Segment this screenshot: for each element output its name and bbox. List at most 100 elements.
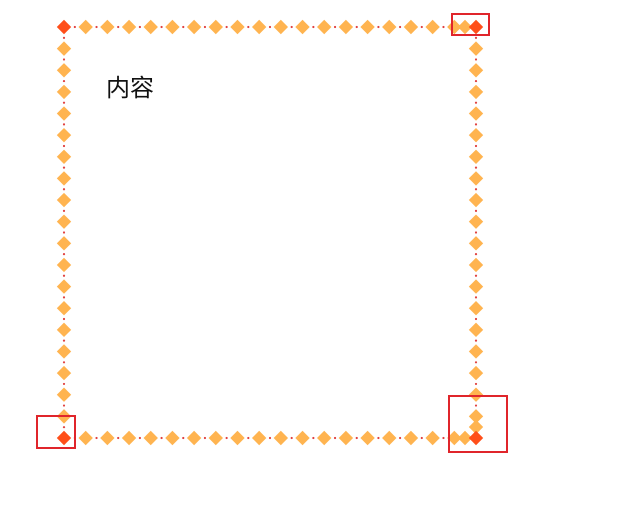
border-dot (95, 436, 98, 440)
border-diamond (360, 19, 375, 35)
border-dot (474, 317, 478, 321)
corner-diamond-bottom-right (468, 430, 484, 446)
border-diamond (468, 322, 484, 338)
diamond-border-frame (36, 13, 508, 453)
border-diamond (273, 430, 289, 446)
border-diamond (100, 430, 115, 446)
border-dot (290, 436, 293, 440)
border-dot (62, 317, 66, 321)
border-dot (160, 25, 163, 29)
border-dot (474, 231, 478, 234)
border-dot (62, 166, 66, 169)
border-diamond (121, 430, 137, 446)
border-dot (138, 25, 141, 29)
border-dot (355, 436, 358, 440)
border-diamond (468, 171, 484, 186)
border-dot (474, 361, 478, 364)
border-dot (474, 144, 478, 148)
border-diamond (468, 214, 484, 229)
border-diamond (143, 19, 158, 35)
border-dot (474, 274, 478, 277)
border-dot (420, 25, 423, 29)
border-dot (62, 361, 66, 364)
border-diamond (382, 19, 397, 35)
border-diamond (165, 430, 180, 446)
border-diamond (295, 19, 310, 35)
content-text: 内容 (106, 74, 154, 102)
border-diamond (56, 41, 72, 56)
border-dot (62, 253, 66, 256)
border-diamond (295, 430, 310, 446)
border-diamond (468, 63, 484, 78)
border-dot (268, 436, 272, 440)
border-dot (474, 58, 478, 61)
border-diamond (143, 430, 158, 446)
border-diamond (56, 171, 72, 186)
border-diamond (317, 430, 332, 446)
border-diamond (338, 430, 354, 446)
border-dot (62, 79, 66, 83)
border-diamond (230, 430, 245, 446)
border-dot (117, 436, 120, 440)
highlight-box-bottom-left (36, 415, 76, 449)
border-diamond (468, 84, 484, 100)
border-dot (62, 296, 66, 299)
border-diamond (273, 19, 289, 35)
border-diamond (56, 344, 72, 359)
border-diamond (468, 344, 484, 359)
border-diamond (425, 430, 440, 446)
border-diamond (251, 19, 267, 35)
border-dot (268, 25, 272, 29)
border-diamond (56, 387, 72, 402)
border-diamond (468, 365, 484, 381)
border-diamond (56, 127, 72, 143)
border-diamond (468, 257, 484, 273)
border-dot (62, 36, 66, 39)
border-diamond (425, 19, 440, 35)
border-dot (203, 25, 207, 29)
border-dot (312, 25, 315, 29)
border-diamond (56, 84, 72, 100)
border-dot (247, 436, 250, 440)
border-dot (474, 296, 478, 299)
border-diamond (56, 365, 72, 381)
border-dot (474, 101, 478, 104)
border-diamond (360, 430, 375, 446)
border-dot (474, 209, 478, 212)
border-dot (399, 436, 402, 440)
border-dot (203, 436, 207, 440)
corner-diamond-bottom-left (56, 430, 72, 446)
border-diamond (100, 19, 115, 35)
border-diamond (468, 236, 484, 251)
border-dot (377, 25, 380, 29)
border-diamond (56, 63, 72, 78)
border-diamond (317, 19, 332, 35)
border-dot (377, 436, 380, 440)
corner-diamond-top-left (56, 19, 72, 35)
border-diamond (403, 430, 419, 446)
border-diamond (468, 279, 484, 294)
border-diamond (468, 106, 484, 121)
border-diamond (186, 430, 202, 446)
border-dot (474, 382, 478, 386)
border-dot (62, 144, 66, 148)
border-dot (474, 166, 478, 169)
border-diamond (56, 236, 72, 251)
border-diamond (78, 19, 93, 35)
border-dot (95, 25, 98, 29)
border-dot (474, 339, 478, 342)
border-dot (290, 25, 293, 29)
border-dot (62, 231, 66, 234)
border-diamond (230, 19, 245, 35)
border-diamond (186, 19, 202, 35)
border-diamond (56, 149, 72, 164)
border-dot (62, 339, 66, 342)
border-dot (62, 188, 66, 191)
border-dot (117, 25, 120, 29)
border-dot (160, 436, 163, 440)
border-diamond (78, 430, 93, 446)
border-dot (355, 25, 358, 29)
border-dot (62, 209, 66, 212)
border-dot (333, 25, 337, 29)
border-dot (474, 404, 478, 407)
